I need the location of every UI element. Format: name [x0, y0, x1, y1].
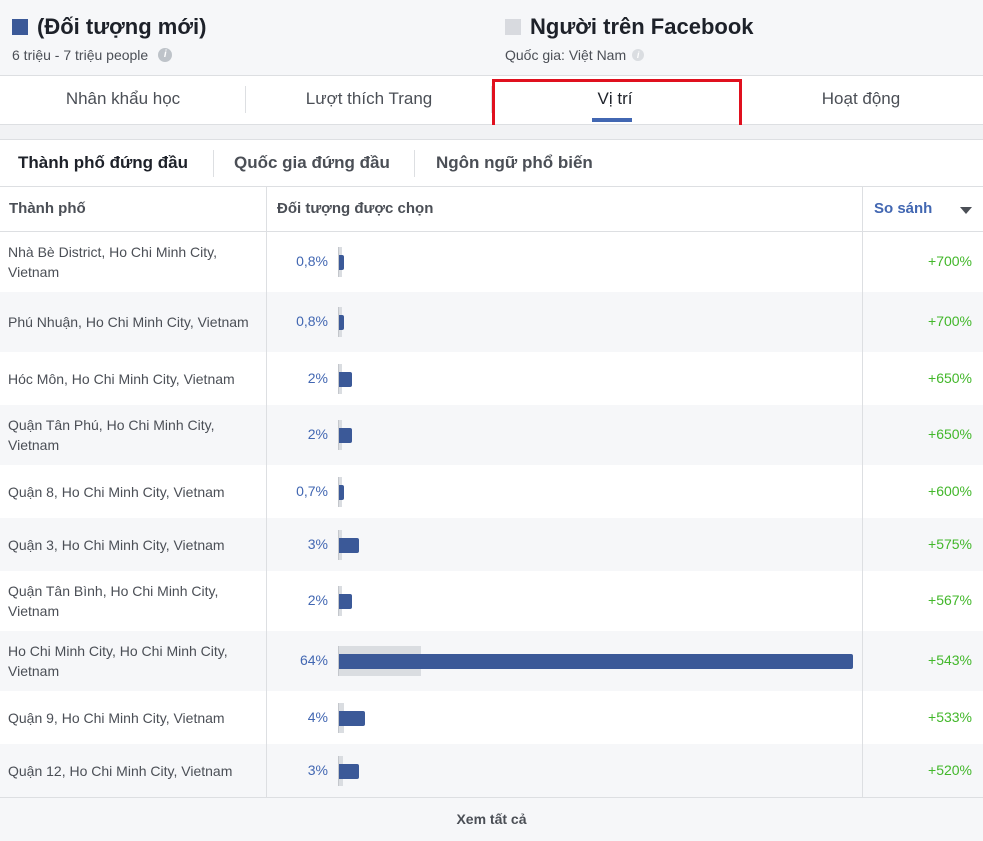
audience-a-subtitle-row: 6 triệu - 7 triệu people i: [12, 47, 206, 63]
subtab-label: Quốc gia đứng đầu: [234, 153, 390, 172]
compare-value: +650%: [928, 369, 972, 386]
compare-value: +567%: [928, 592, 972, 608]
table-row: Ho Chi Minh City, Ho Chi Minh City, Viet…: [0, 631, 983, 691]
city-name: Quận 8, Ho Chi Minh City, Vietnam: [8, 483, 225, 500]
audience-percent: 3%: [307, 535, 328, 552]
divider: [213, 150, 214, 177]
audience-b-swatch-icon: [505, 19, 521, 35]
tab-demographics[interactable]: Nhân khẩu học: [0, 76, 246, 124]
highlight-box: [492, 79, 742, 129]
audience-percent: 0,7%: [296, 482, 328, 499]
column-divider: [266, 187, 267, 797]
compare-value: +700%: [928, 313, 972, 329]
info-icon[interactable]: i: [158, 48, 173, 62]
chevron-down-icon[interactable]: [960, 207, 972, 214]
audience-b-title-text: Người trên Facebook: [530, 14, 754, 39]
table-row: Quận 9, Ho Chi Minh City, Vietnam 4% +533%: [0, 691, 983, 744]
city-name: Ho Chi Minh City, Ho Chi Minh City, Viet…: [8, 643, 228, 679]
table-row: Nhà Bè District, Ho Chi Minh City, Vietn…: [0, 232, 983, 292]
audience-bar: [339, 763, 359, 779]
column-header-city: Thành phố: [9, 200, 86, 217]
compare-value: +543%: [928, 652, 972, 668]
table-row: Phú Nhuận, Ho Chi Minh City, Vietnam 0,8%…: [0, 292, 983, 352]
audience-a-title-text: (Đối tượng mới): [37, 14, 207, 39]
audience-a-title: (Đối tượng mới): [12, 14, 206, 40]
city-name: Phú Nhuận, Ho Chi Minh City, Vietnam: [8, 314, 249, 330]
table-row: Quận 8, Ho Chi Minh City, Vietnam 0,7% +60…: [0, 465, 983, 518]
city-name: Quận 3, Ho Chi Minh City, Vietnam: [8, 536, 225, 553]
audience-percent: 2%: [307, 369, 328, 386]
audience-b-subtitle: Quốc gia: Việt Nam: [505, 47, 627, 63]
table-row: Quận Tân Bình, Ho Chi Minh City, Vietnam…: [0, 571, 983, 631]
table-row: Quận 3, Ho Chi Minh City, Vietnam 3% +575%: [0, 518, 983, 571]
compare-value: +575%: [928, 535, 972, 552]
audience-bar: [339, 710, 365, 726]
compare-value: +600%: [928, 482, 972, 499]
audience-percent: 4%: [307, 708, 328, 725]
audience-percent: 3%: [307, 761, 328, 778]
audience-bar: [339, 255, 345, 270]
audience-bar: [339, 371, 352, 387]
compare-value: +520%: [928, 761, 972, 778]
table-header: Thành phố Đối tượng được chọn So sánh: [0, 187, 983, 232]
compare-dropdown[interactable]: So sánh: [874, 187, 932, 231]
audience-bar: [339, 537, 359, 553]
subtab-label: Ngôn ngữ phổ biến: [436, 153, 593, 172]
audience-a-subtitle: 6 triệu - 7 triệu people: [12, 47, 149, 63]
tab-activity[interactable]: Hoạt động: [738, 76, 983, 124]
column-divider: [862, 187, 863, 797]
audience-bar: [339, 484, 344, 500]
tab-label: Hoạt động: [821, 89, 901, 108]
table-row: Quận Tân Phú, Ho Chi Minh City, Vietnam 2…: [0, 405, 983, 465]
tab-label: Lượt thích Trang: [305, 89, 433, 108]
audience-percent: 0,8%: [296, 313, 328, 329]
sub-tabs: Thành phố đứng đầu Quốc gia đứng đầu Ngô…: [0, 140, 983, 187]
section-gap: [0, 125, 983, 140]
audience-b-title: Người trên Facebook: [505, 14, 754, 40]
city-name: Quận Tân Bình, Ho Chi Minh City, Vietnam: [8, 583, 219, 619]
audience-bar: [339, 428, 352, 443]
audience-percent: 2%: [307, 592, 328, 608]
audience-percent: 64%: [299, 652, 328, 668]
subtab-label: Thành phố đứng đầu: [18, 153, 188, 172]
audience-b: Người trên Facebook Quốc gia: Việt Nam i: [505, 14, 754, 63]
city-name: Quận 12, Ho Chi Minh City, Vietnam: [8, 762, 233, 779]
audience-bar: [339, 594, 352, 609]
city-name: Quận 9, Ho Chi Minh City, Vietnam: [8, 709, 225, 726]
audience-percent: 2%: [307, 426, 328, 442]
see-all-button[interactable]: Xem tất cả: [0, 797, 983, 841]
city-name: Quận Tân Phú, Ho Chi Minh City, Vietnam: [8, 417, 215, 453]
compare-value: +700%: [928, 253, 972, 269]
subtab-top-countries[interactable]: Quốc gia đứng đầu: [234, 140, 390, 186]
audience-b-subtitle-row: Quốc gia: Việt Nam i: [505, 47, 754, 63]
table-row: Hóc Môn, Ho Chi Minh City, Vietnam 2% +650…: [0, 352, 983, 405]
info-icon[interactable]: i: [632, 49, 645, 61]
tab-page-likes[interactable]: Lượt thích Trang: [246, 76, 492, 124]
compare-value: +650%: [928, 426, 972, 442]
compare-value: +533%: [928, 708, 972, 725]
audience-header: (Đối tượng mới) 6 triệu - 7 triệu people…: [0, 0, 983, 76]
table-row: Quận 12, Ho Chi Minh City, Vietnam 3% +520…: [0, 744, 983, 797]
city-name: Hóc Môn, Ho Chi Minh City, Vietnam: [8, 370, 235, 387]
tab-label: Nhân khẩu học: [65, 89, 181, 108]
audience-a-swatch-icon: [12, 19, 28, 35]
city-name: Nhà Bè District, Ho Chi Minh City, Vietn…: [8, 244, 218, 280]
divider: [414, 150, 415, 177]
subtab-top-cities[interactable]: Thành phố đứng đầu: [18, 140, 188, 186]
column-header-audience: Đối tượng được chọn: [277, 200, 434, 217]
audience-bar: [339, 654, 853, 669]
audience-percent: 0,8%: [296, 253, 328, 269]
audience-bar: [339, 315, 345, 330]
subtab-top-languages[interactable]: Ngôn ngữ phổ biến: [436, 140, 593, 186]
audience-a: (Đối tượng mới) 6 triệu - 7 triệu people…: [12, 14, 206, 63]
